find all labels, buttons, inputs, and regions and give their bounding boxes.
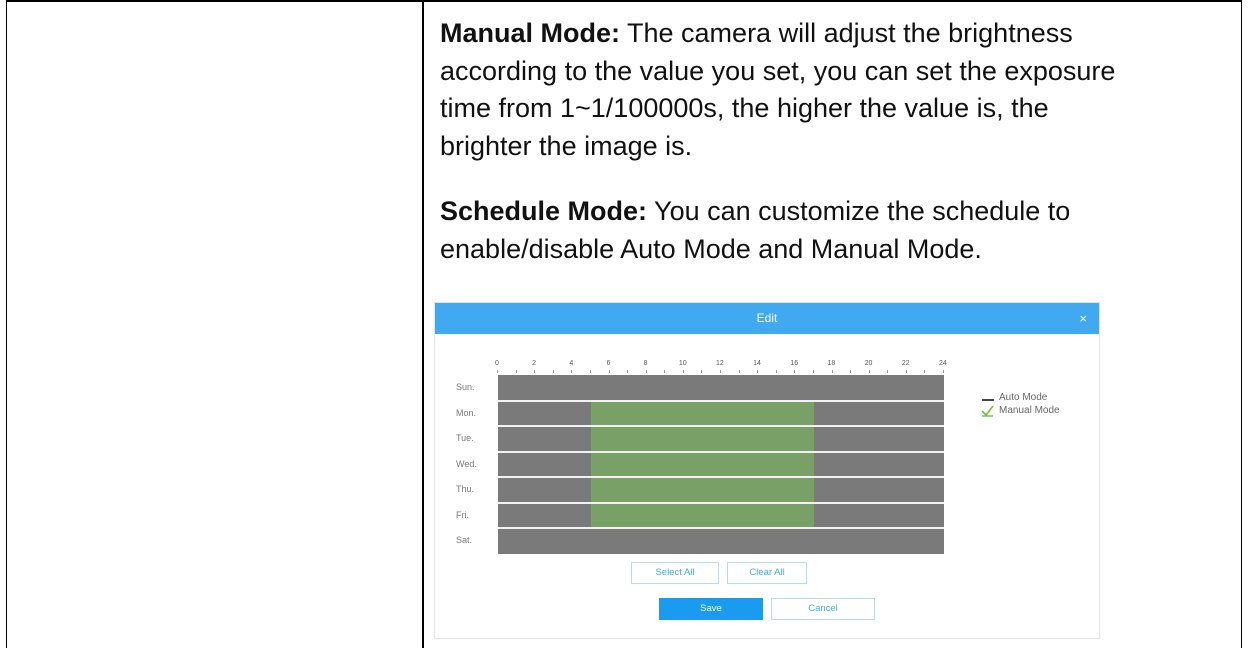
hour-tick-mark bbox=[720, 370, 721, 373]
hour-tick-label: 18 bbox=[827, 360, 836, 367]
schedule-mode-paragraph: Schedule Mode: You can customize the sch… bbox=[440, 193, 1230, 268]
select-all-button[interactable]: Select All bbox=[631, 562, 719, 584]
manual-mode-block[interactable] bbox=[590, 451, 814, 477]
hour-tick-mark bbox=[515, 370, 517, 373]
schedule-mode-text-line2: enable/disable Auto Mode and Manual Mode… bbox=[440, 233, 982, 264]
hour-tick-mark bbox=[552, 370, 554, 373]
hour-tick-mark bbox=[682, 370, 684, 373]
day-label: Thu. bbox=[456, 484, 475, 494]
hour-tick-mark bbox=[738, 370, 740, 373]
hour-tick-mark bbox=[905, 370, 907, 373]
hour-tick-mark bbox=[775, 370, 777, 373]
schedule-mode-label: Schedule Mode: bbox=[440, 196, 648, 226]
hour-tick-mark bbox=[608, 370, 610, 373]
checkmark-icon[interactable] bbox=[981, 405, 994, 419]
hour-tick-label: 16 bbox=[790, 360, 799, 367]
day-label: Sun. bbox=[456, 382, 475, 392]
edit-dialog: Edit × bbox=[434, 302, 1100, 639]
manual-mode-text-line2: according to the value you set, you can … bbox=[440, 55, 1116, 86]
grid-row-separator bbox=[498, 527, 944, 529]
manual-mode-block[interactable] bbox=[590, 426, 814, 452]
manual-mode-block[interactable] bbox=[590, 477, 814, 503]
manual-mode-text-line4: brighter the image is. bbox=[440, 130, 693, 161]
clear-all-button[interactable]: Clear All bbox=[727, 562, 807, 584]
hour-tick-mark bbox=[534, 370, 536, 373]
hour-tick-label: 20 bbox=[864, 360, 873, 367]
hour-tick-label: 14 bbox=[753, 360, 761, 367]
manual-mode-text-line1: The camera will adjust the brightness bbox=[620, 18, 1073, 48]
dialog-title: Edit bbox=[756, 311, 778, 325]
grid-row-separator bbox=[498, 501, 944, 504]
hour-tick-mark bbox=[645, 370, 647, 373]
grid-row-separator bbox=[498, 425, 944, 427]
hour-tick-mark bbox=[924, 370, 926, 373]
hour-tick-mark bbox=[497, 370, 498, 373]
day-label: Sat. bbox=[456, 535, 473, 545]
manual-mode-block[interactable] bbox=[590, 502, 814, 528]
hour-tick-mark bbox=[812, 370, 814, 373]
day-label: Tue. bbox=[456, 433, 474, 443]
manual-mode-paragraph: Manual Mode: The camera will adjust the … bbox=[440, 15, 1230, 165]
hour-tick-label: 6 bbox=[606, 360, 611, 367]
hour-tick-label: 12 bbox=[716, 360, 724, 367]
hour-tick-mark bbox=[831, 370, 833, 373]
day-label: Fri. bbox=[456, 509, 469, 520]
hour-tick-label: 24 bbox=[939, 360, 947, 367]
hour-tick-mark bbox=[868, 370, 870, 373]
hour-tick-mark bbox=[664, 370, 666, 373]
dialog-header: Edit × bbox=[435, 303, 1099, 334]
hour-tick-mark bbox=[850, 370, 852, 373]
hour-tick-mark bbox=[757, 370, 759, 373]
hour-tick-mark bbox=[794, 370, 796, 373]
hour-tick-label: 8 bbox=[643, 360, 648, 367]
hour-tick-label: 10 bbox=[678, 360, 687, 367]
grid-row-separator bbox=[498, 450, 944, 453]
hour-tick-mark bbox=[589, 370, 591, 373]
hour-tick-label: 2 bbox=[532, 360, 537, 367]
hour-tick-mark bbox=[701, 370, 703, 373]
hour-tick-mark bbox=[887, 370, 889, 373]
hour-tick-label: 22 bbox=[901, 360, 910, 367]
close-icon[interactable]: × bbox=[1079, 303, 1087, 334]
schedule-grid[interactable] bbox=[498, 375, 944, 554]
schedule-mode-text-line1: You can customize the schedule to bbox=[647, 196, 1071, 226]
manual-mode-legend-label: Manual Mode bbox=[999, 405, 1060, 416]
grid-row-separator bbox=[498, 399, 944, 402]
auto-mode-legend-swatch bbox=[982, 399, 994, 401]
grid-row-separator bbox=[498, 476, 944, 478]
auto-mode-legend-label: Auto Mode bbox=[999, 392, 1048, 403]
hour-tick-mark bbox=[571, 370, 573, 373]
hour-tick-label: 0 bbox=[495, 360, 499, 367]
hour-tick-label: 4 bbox=[569, 360, 574, 367]
hour-tick-mark bbox=[943, 370, 944, 373]
day-label: Wed. bbox=[456, 458, 477, 469]
day-label: Mon. bbox=[456, 407, 477, 418]
table-column-divider bbox=[422, 0, 424, 648]
manual-mode-text-line3: time from 1~1/100000s, the higher the va… bbox=[440, 93, 1049, 123]
save-button[interactable]: Save bbox=[659, 598, 763, 620]
cancel-button[interactable]: Cancel bbox=[771, 598, 875, 620]
manual-mode-label: Manual Mode: bbox=[440, 18, 620, 48]
manual-mode-block[interactable] bbox=[590, 400, 814, 426]
hour-tick-mark bbox=[627, 370, 629, 373]
